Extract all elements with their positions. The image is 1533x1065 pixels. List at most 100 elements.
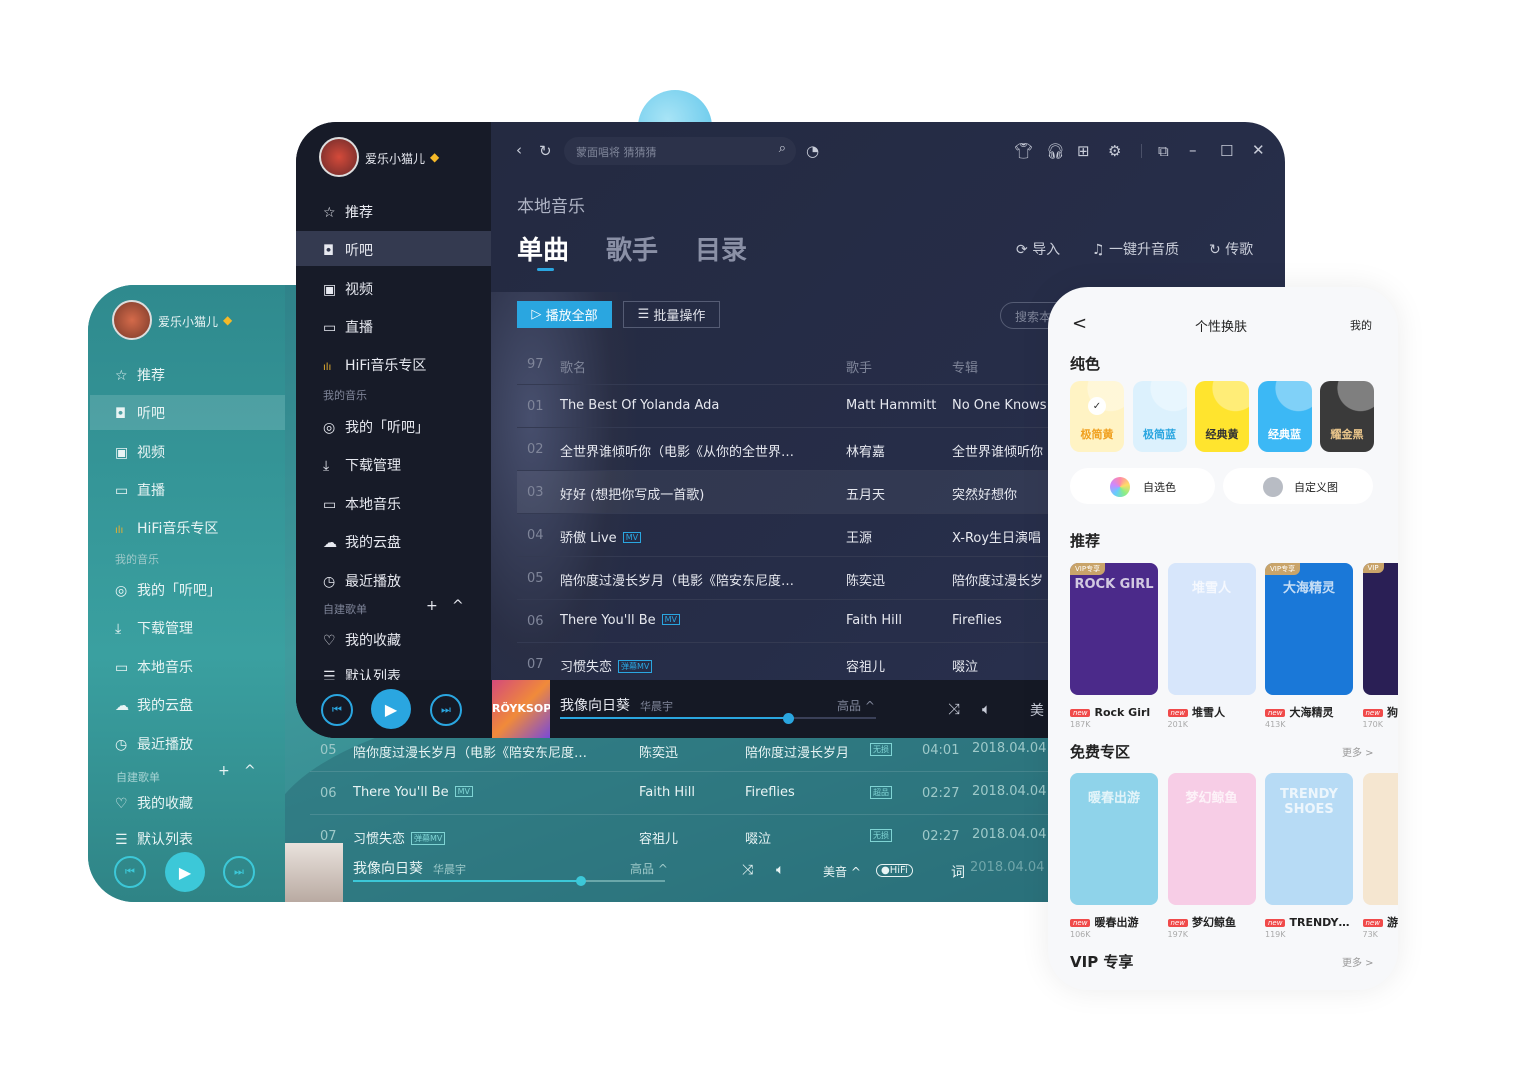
sound-effect-selector[interactable]: 美音 ^	[823, 863, 861, 880]
sidebar-item-cloud[interactable]: ☁ 我的云盘	[115, 695, 193, 715]
skin-swatch[interactable]: ✓ 极简黄	[1070, 381, 1124, 452]
row-album[interactable]: Fireflies	[952, 613, 1052, 628]
tab-folders[interactable]: 目录	[695, 230, 747, 267]
table-row[interactable]: 04 骄傲 Live MV 王源 X-Roy生日演唱	[517, 513, 1057, 556]
avatar[interactable]	[112, 300, 152, 340]
shuffle-icon[interactable]: ⤨	[742, 862, 753, 878]
lyrics-button[interactable]: 词	[951, 862, 965, 882]
play-button[interactable]: ▶	[165, 852, 205, 892]
skin-card[interactable]: 游 new游 73K	[1362, 773, 1398, 939]
transfer-button[interactable]: ↻ 传歌	[1209, 239, 1253, 259]
shuffle-icon[interactable]: ⤨	[948, 700, 960, 718]
row-artist[interactable]: 容祖儿	[639, 828, 678, 847]
table-row[interactable]: 07 习惯失恋 弹幕MV 容祖儿 啜泣	[517, 642, 1057, 685]
previous-button[interactable]: ⏮	[114, 856, 146, 888]
quality-selector[interactable]: 高品 ^	[837, 697, 875, 714]
custom-color-button[interactable]: 自选色	[1070, 468, 1215, 504]
row-album[interactable]: No One Knows	[952, 398, 1052, 413]
batch-operation-button[interactable]: ☰ 批量操作	[623, 301, 720, 328]
skin-swatch[interactable]: 经典黄	[1195, 381, 1249, 452]
sidebar-item-monitor[interactable]: ▭ 本地音乐	[323, 494, 401, 514]
sidebar-item-clock[interactable]: ◷ 最近播放	[115, 734, 193, 754]
row-artist[interactable]: 五月天	[846, 484, 885, 503]
volume-icon[interactable]: 🔈︎	[982, 700, 991, 718]
row-artist[interactable]: 容祖儿	[846, 656, 885, 675]
next-button[interactable]: ⏭	[223, 856, 255, 888]
column-album[interactable]: 专辑	[952, 357, 978, 376]
minimize-icon[interactable]: –	[1189, 141, 1197, 159]
skin-shirt-icon[interactable]: 👕︎	[1014, 142, 1033, 160]
sidebar-item-star[interactable]: ☆ 推荐	[115, 365, 165, 385]
upgrade-quality-button[interactable]: ♫ 一键升音质	[1092, 239, 1179, 259]
hifi-toggle[interactable]: ●HiFi	[876, 864, 913, 877]
progress-track[interactable]	[353, 880, 665, 882]
custom-image-button[interactable]: 自定义图	[1223, 468, 1373, 504]
table-row[interactable]: 06 There You'll Be MV Faith Hill Fireflie…	[310, 771, 1080, 814]
table-row[interactable]: 02 全世界谁倾听你（电影《从你的全世界… 林宥嘉 全世界谁倾听你	[517, 427, 1057, 470]
album-cover[interactable]: RÖYKSOPP	[492, 680, 550, 738]
back-button[interactable]: <	[1072, 313, 1087, 334]
progress-handle[interactable]	[782, 713, 794, 724]
row-artist[interactable]: 王源	[846, 527, 872, 546]
sidebar-item-download[interactable]: ⤓ 下载管理	[323, 455, 401, 475]
row-album[interactable]: 突然好想你	[952, 484, 1052, 503]
sidebar-item-live[interactable]: ▭ 直播	[115, 480, 165, 500]
play-all-button[interactable]: ▷ 播放全部	[517, 301, 612, 328]
skin-card[interactable]: VIP专享 ROCK GIRL new Rock Girl 187K	[1070, 563, 1158, 729]
skin-card[interactable]: 暖春出游 new 暖春出游 106K	[1070, 773, 1158, 939]
back-icon[interactable]: ‹	[516, 141, 522, 159]
progress-handle[interactable]	[575, 876, 586, 886]
sidebar-item-video[interactable]: ▣ 视频	[115, 442, 165, 462]
column-artist[interactable]: 歌手	[846, 357, 872, 376]
tab-songs[interactable]: 单曲	[517, 230, 569, 267]
table-row[interactable]: 03 好好 (想把你写成一首歌) 五月天 突然好想你	[517, 470, 1057, 513]
table-row[interactable]: 07 习惯失恋 弹幕MV 容祖儿 啜泣 无损 02:27 2018.04.04	[310, 814, 1080, 857]
mv-badge[interactable]: 弹幕MV	[411, 832, 446, 845]
row-album[interactable]: 全世界谁倾听你	[952, 441, 1052, 460]
sound-effect-selector[interactable]: 美	[1030, 700, 1044, 720]
row-album[interactable]: 啜泣	[745, 828, 771, 847]
import-button[interactable]: ⟳ 导入	[1016, 239, 1060, 259]
settings-icon[interactable]: ⚙	[1108, 142, 1121, 160]
sidebar-item-cloud[interactable]: ☁ 我的云盘	[323, 532, 401, 552]
skin-card[interactable]: VIP new 狗 170K	[1362, 563, 1398, 729]
skin-swatch[interactable]: 经典蓝	[1257, 381, 1312, 452]
sidebar-item-heart[interactable]: ♡ 我的收藏	[323, 630, 401, 650]
sidebar-item-heart[interactable]: ♡ 我的收藏	[115, 793, 193, 813]
sidebar-item-hifi[interactable]: ılı HiFi音乐专区	[115, 518, 218, 538]
progress-track[interactable]	[560, 717, 876, 719]
album-cover[interactable]	[285, 843, 343, 902]
row-artist[interactable]: 陈奕迅	[639, 742, 678, 761]
search-input[interactable]: 蒙面唱将 猜猜猜 ⌕	[564, 137, 796, 165]
sidebar-item-radio[interactable]: ◘ 听吧	[115, 403, 165, 423]
mv-badge[interactable]: MV	[622, 532, 642, 543]
skin-card[interactable]: VIP专享 大海精灵 new 大海精灵 413K	[1265, 563, 1353, 729]
table-row[interactable]: 01 The Best Of Yolanda Ada Matt Hammitt …	[517, 384, 1057, 427]
previous-button[interactable]: ⏮	[321, 694, 353, 726]
my-skins-link[interactable]: 我的	[1350, 317, 1372, 333]
sidebar-item-podcast[interactable]: ◎ 我的「听吧」	[323, 417, 429, 437]
sidebar-item-list[interactable]: ☰ 默认列表	[115, 829, 193, 849]
skin-card[interactable]: 梦幻鲸鱼 new 梦幻鲸鱼 197K	[1167, 773, 1256, 939]
row-album[interactable]: 啜泣	[952, 656, 1052, 675]
sidebar-item-star[interactable]: ☆ 推荐	[323, 202, 373, 222]
row-artist[interactable]: 林宥嘉	[846, 441, 885, 460]
free-more-link[interactable]: 更多 >	[1342, 744, 1374, 759]
row-album[interactable]: X-Roy生日演唱	[952, 527, 1052, 546]
game-icon[interactable]: ⊞	[1077, 142, 1090, 160]
row-artist[interactable]: Faith Hill	[639, 785, 695, 800]
username[interactable]: 爱乐小猫儿	[365, 150, 425, 167]
music-recognition-icon[interactable]: ◔	[806, 142, 819, 160]
tab-artists[interactable]: 歌手	[606, 230, 658, 267]
sidebar-item-download[interactable]: ⤓ 下载管理	[115, 618, 193, 638]
skin-swatch[interactable]: 极简蓝	[1132, 381, 1187, 452]
add-playlist-icon[interactable]: +	[426, 598, 438, 614]
table-row[interactable]: 06 There You'll Be MV Faith Hill Fireflie…	[517, 599, 1057, 642]
sidebar-item-radio[interactable]: ◘ 听吧	[323, 240, 373, 260]
search-icon[interactable]: ⌕	[779, 141, 786, 156]
mini-mode-icon[interactable]: ⧉	[1158, 142, 1169, 160]
collapse-icon[interactable]: ^	[244, 763, 256, 779]
sidebar-item-podcast[interactable]: ◎ 我的「听吧」	[115, 580, 221, 600]
row-artist[interactable]: Faith Hill	[846, 613, 902, 628]
sidebar-item-video[interactable]: ▣ 视频	[323, 279, 373, 299]
